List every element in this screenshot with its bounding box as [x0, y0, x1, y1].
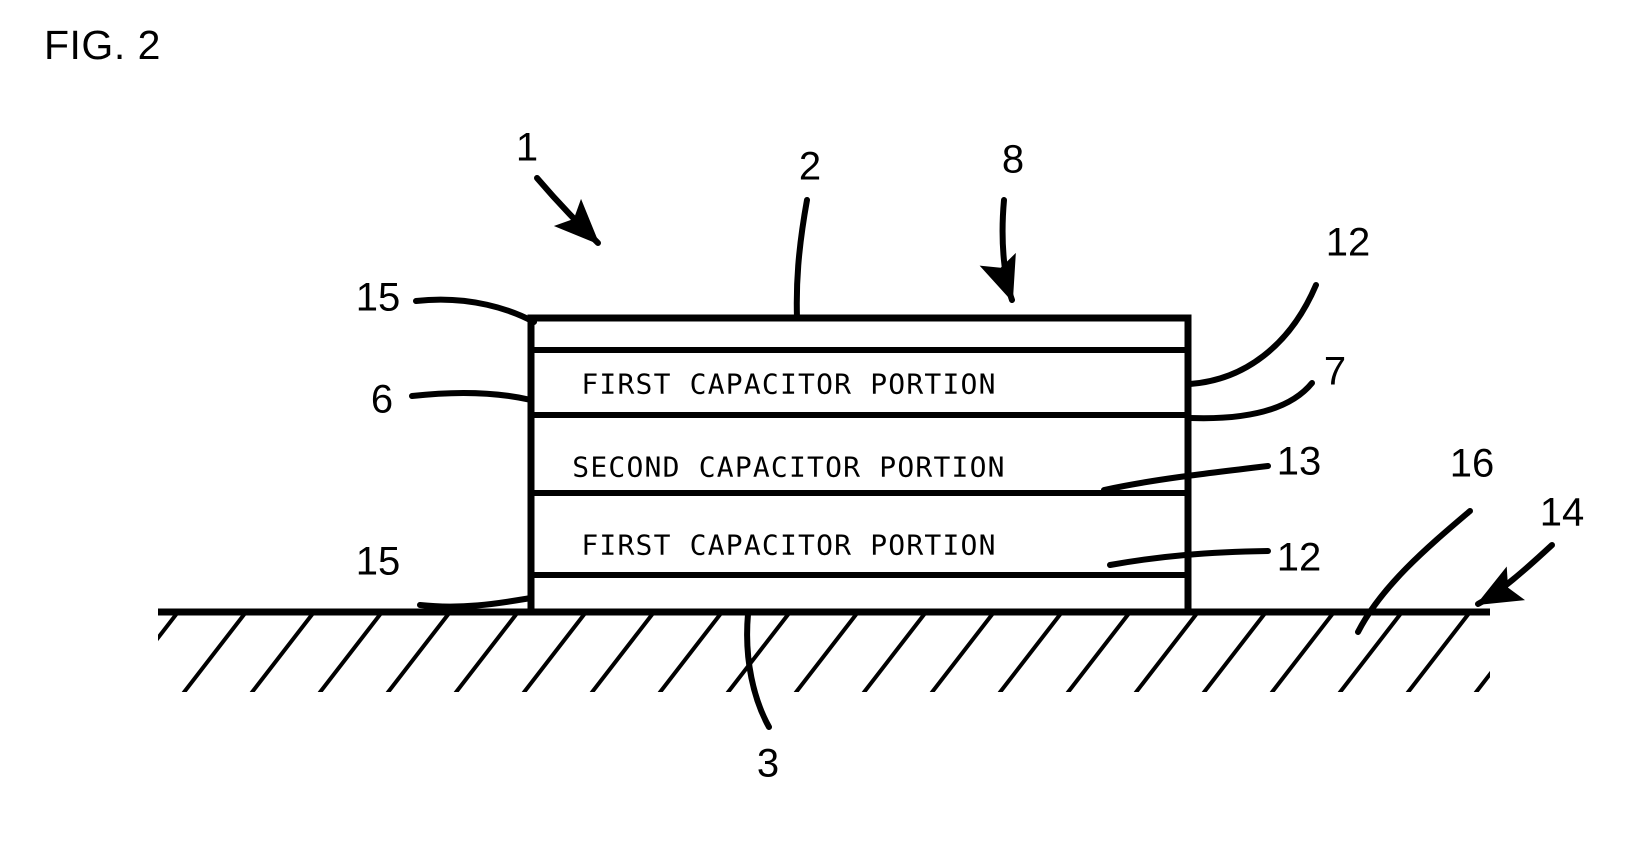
ref-numeral-7: 7: [1323, 349, 1347, 394]
leader-14: [1475, 542, 1555, 607]
ref-numeral-15-bottom: 15: [355, 539, 401, 584]
ref-numeral-8: 8: [1001, 137, 1025, 182]
ref-numeral-13: 13: [1276, 439, 1322, 484]
leader-15-top: [413, 296, 537, 325]
ref-numeral-15-top: 15: [355, 275, 401, 320]
ref-numeral-12-top: 12: [1325, 220, 1371, 265]
leader-3: [744, 611, 772, 730]
figure-linework: [158, 175, 1555, 730]
ref-numeral-1: 1: [515, 125, 539, 170]
ref-numeral-2: 2: [798, 144, 822, 189]
ref-numeral-16: 16: [1449, 441, 1495, 486]
ref-numeral-3: 3: [756, 741, 780, 786]
leader-1: [534, 175, 601, 246]
ref-numeral-6: 6: [370, 377, 394, 422]
leader-8: [979, 197, 1016, 303]
leader-15-bottom: [417, 595, 534, 610]
layer-label-first-capacitor-upper: FIRST CAPACITOR PORTION: [581, 367, 997, 401]
leader-2: [793, 197, 810, 321]
hatched-substrate: [158, 608, 1490, 692]
leader-12-top: [1187, 282, 1319, 387]
ref-numeral-14: 14: [1539, 490, 1585, 535]
leader-6: [409, 390, 534, 403]
ref-numeral-12-bottom: 12: [1276, 535, 1322, 580]
patent-figure: FIG. 2 FIRST CAPACITOR PORTION SECOND CA…: [0, 0, 1648, 850]
leader-7: [1187, 380, 1315, 422]
layer-label-first-capacitor-lower: FIRST CAPACITOR PORTION: [581, 528, 997, 562]
layer-label-second-capacitor: SECOND CAPACITOR PORTION: [572, 450, 1006, 484]
